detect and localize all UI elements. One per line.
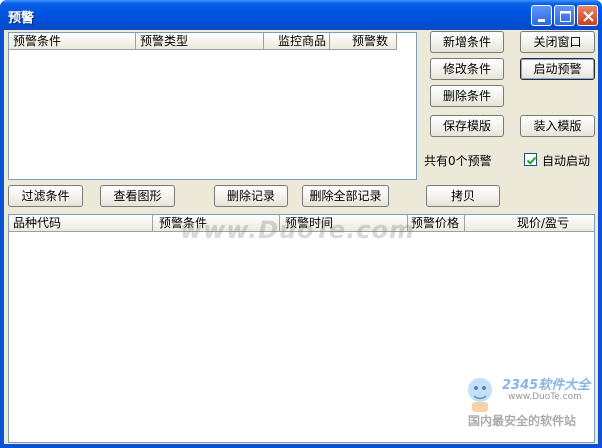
watermark-text: www.DuoTe.com bbox=[180, 216, 415, 244]
col-price-pnl[interactable]: 现价/盈亏 bbox=[465, 215, 594, 232]
close-button[interactable] bbox=[577, 5, 598, 26]
col-alert-condition[interactable]: 预警条件 bbox=[9, 33, 136, 50]
maximize-button[interactable] bbox=[554, 5, 575, 26]
col-alert-count[interactable]: 预警数 bbox=[330, 33, 397, 50]
edit-condition-button[interactable]: 修改条件 bbox=[430, 58, 504, 80]
title-bar[interactable]: 预警 bbox=[0, 0, 602, 30]
col-alert-type[interactable]: 预警类型 bbox=[136, 33, 264, 50]
alert-list[interactable]: 预警条件 预警类型 监控商品 预警数 bbox=[8, 32, 417, 180]
alert-list-header: 预警条件 预警类型 监控商品 预警数 bbox=[9, 33, 416, 50]
load-template-button[interactable]: 装入模版 bbox=[520, 115, 595, 137]
delete-all-records-button[interactable]: 删除全部记录 bbox=[302, 185, 389, 207]
alert-window: 预警 预警条件 预警类型 监控商品 预警数 新增条件 关闭窗口 修改条件 启动预… bbox=[0, 0, 602, 448]
badge-url: www.DuoTe.com bbox=[508, 392, 582, 402]
minimize-button[interactable] bbox=[531, 5, 552, 26]
watermark-badge: 2345软件大全 www.DuoTe.com 国内最安全的软件站 bbox=[462, 372, 596, 432]
mascot-icon bbox=[468, 378, 492, 412]
checkmark-icon bbox=[526, 156, 537, 165]
minimize-icon bbox=[538, 19, 545, 22]
close-window-button[interactable]: 关闭窗口 bbox=[520, 31, 595, 53]
copy-button[interactable]: 拷贝 bbox=[426, 185, 500, 207]
view-chart-button[interactable]: 查看图形 bbox=[100, 185, 175, 207]
badge-brand: 2345软件大全 bbox=[502, 378, 591, 393]
col-product-code[interactable]: 品种代码 bbox=[9, 215, 153, 232]
maximize-icon bbox=[560, 11, 571, 22]
close-icon bbox=[583, 11, 594, 22]
delete-condition-button[interactable]: 删除条件 bbox=[430, 85, 504, 107]
col-alert-price[interactable]: 预警价格 bbox=[408, 215, 465, 232]
filter-conditions-button[interactable]: 过滤条件 bbox=[8, 185, 83, 207]
window-title: 预警 bbox=[8, 11, 35, 26]
add-condition-button[interactable]: 新增条件 bbox=[430, 31, 504, 53]
delete-record-button[interactable]: 删除记录 bbox=[214, 185, 288, 207]
alert-count-label: 共有0个预警 bbox=[424, 154, 492, 168]
save-template-button[interactable]: 保存模版 bbox=[430, 115, 504, 137]
auto-start-checkbox[interactable] bbox=[524, 153, 537, 166]
badge-slogan: 国内最安全的软件站 bbox=[468, 414, 577, 428]
col-monitored-product[interactable]: 监控商品 bbox=[264, 33, 330, 50]
auto-start-label[interactable]: 自动启动 bbox=[542, 152, 590, 169]
start-alert-button[interactable]: 启动预警 bbox=[520, 58, 595, 80]
